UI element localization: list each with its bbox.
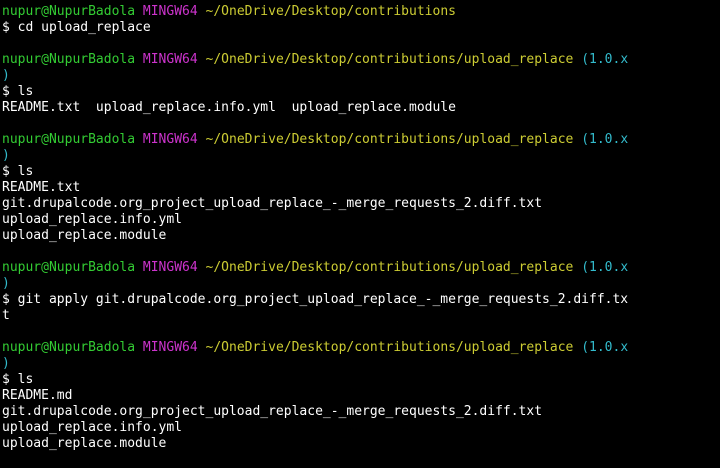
prompt-line: nupur@NupurBadola MINGW64 ~/OneDrive/Des… <box>2 340 720 356</box>
output-line: README.txt upload_replace.info.yml uploa… <box>2 100 720 116</box>
prompt-system: MINGW64 <box>142 52 198 67</box>
prompt-path: ~/OneDrive/Desktop/contributions/upload_… <box>205 340 574 355</box>
prompt-branch-close-text: ) <box>2 148 10 163</box>
output-line: upload_replace.info.yml <box>2 212 720 228</box>
prompt-system: MINGW64 <box>142 260 198 275</box>
output-line-text: $ ls <box>2 164 34 179</box>
prompt-system: MINGW64 <box>142 340 198 355</box>
output-line: $ ls <box>2 164 720 180</box>
output-line-text: README.txt upload_replace.info.yml uploa… <box>2 100 456 115</box>
prompt-branch: (1.0.x <box>581 260 629 275</box>
output-line-text: $ cd upload_replace <box>2 20 151 35</box>
prompt-user: nupur@NupurBadola <box>2 260 136 275</box>
output-line: upload_replace.module <box>2 228 720 244</box>
output-line-text: git.drupalcode.org_project_upload_replac… <box>2 196 543 211</box>
output-line: README.md <box>2 388 720 404</box>
terminal-window[interactable]: nupur@NupurBadola MINGW64 ~/OneDrive/Des… <box>0 0 720 468</box>
output-line: git.drupalcode.org_project_upload_replac… <box>2 196 720 212</box>
prompt-path: ~/OneDrive/Desktop/contributions/upload_… <box>205 260 574 275</box>
output-line: t <box>2 308 720 324</box>
output-line: README.txt <box>2 180 720 196</box>
output-line-text: upload_replace.info.yml <box>2 212 183 227</box>
prompt-path: ~/OneDrive/Desktop/contributions <box>205 4 456 19</box>
output-line-text: README.md <box>2 388 73 403</box>
output-line-text: upload_replace.info.yml <box>2 420 183 435</box>
prompt-path: ~/OneDrive/Desktop/contributions/upload_… <box>205 132 574 147</box>
prompt-line: nupur@NupurBadola MINGW64 ~/OneDrive/Des… <box>2 260 720 276</box>
output-line-text: $ ls <box>2 372 34 387</box>
output-line-text: $ ls <box>2 84 34 99</box>
prompt-line: nupur@NupurBadola MINGW64 ~/OneDrive/Des… <box>2 132 720 148</box>
output-line: $ ls <box>2 84 720 100</box>
output-line: $ git apply git.drupalcode.org_project_u… <box>2 292 720 308</box>
prompt-branch: (1.0.x <box>581 52 629 67</box>
prompt-branch: (1.0.x <box>581 132 629 147</box>
prompt-user: nupur@NupurBadola <box>2 132 136 147</box>
prompt-branch-close: ) <box>2 356 720 372</box>
prompt-system: MINGW64 <box>142 132 198 147</box>
output-line: git.drupalcode.org_project_upload_replac… <box>2 404 720 420</box>
prompt-branch-close-text: ) <box>2 68 10 83</box>
output-line: upload_replace.module <box>2 436 720 452</box>
output-line: $ ls <box>2 372 720 388</box>
prompt-path: ~/OneDrive/Desktop/contributions/upload_… <box>205 52 574 67</box>
output-line-text: upload_replace.module <box>2 436 167 451</box>
prompt-branch-close: ) <box>2 148 720 164</box>
output-line-text: git.drupalcode.org_project_upload_replac… <box>2 404 543 419</box>
prompt-user: nupur@NupurBadola <box>2 52 136 67</box>
output-line-text: t <box>2 308 10 323</box>
output-line: $ cd upload_replace <box>2 20 720 36</box>
output-line-text: $ git apply git.drupalcode.org_project_u… <box>2 292 629 307</box>
prompt-branch-close: ) <box>2 276 720 292</box>
prompt-system: MINGW64 <box>142 4 198 19</box>
prompt-user: nupur@NupurBadola <box>2 340 136 355</box>
prompt-user: nupur@NupurBadola <box>2 4 136 19</box>
output-line-text: upload_replace.module <box>2 228 167 243</box>
prompt-line: nupur@NupurBadola MINGW64 ~/OneDrive/Des… <box>2 52 720 68</box>
output-line-text: README.txt <box>2 180 81 195</box>
prompt-line: nupur@NupurBadola MINGW64 ~/OneDrive/Des… <box>2 4 720 20</box>
output-line: upload_replace.info.yml <box>2 420 720 436</box>
prompt-branch: (1.0.x <box>581 340 629 355</box>
prompt-branch-close-text: ) <box>2 276 10 291</box>
prompt-branch-close: ) <box>2 68 720 84</box>
prompt-branch-close-text: ) <box>2 356 10 371</box>
